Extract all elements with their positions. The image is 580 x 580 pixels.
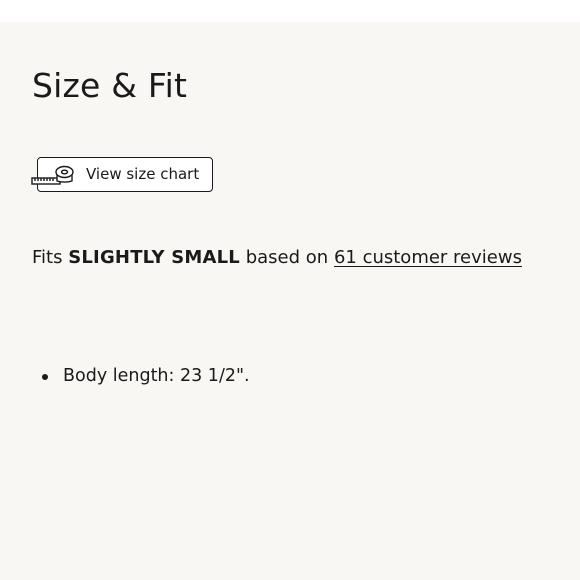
fit-prefix: Fits bbox=[32, 247, 63, 268]
size-fit-panel: Size & Fit View size chart Fits SLIGHTLY… bbox=[0, 22, 580, 580]
fit-rating: SLIGHTLY SMALL bbox=[68, 247, 240, 268]
fit-summary: Fits SLIGHTLY SMALL based on 61 customer… bbox=[32, 246, 522, 270]
fit-middle-text: based on bbox=[245, 247, 329, 268]
customer-reviews-link[interactable]: 61 customer reviews bbox=[334, 247, 522, 268]
view-size-chart-button[interactable]: View size chart bbox=[31, 157, 213, 192]
measuring-tape-icon bbox=[31, 165, 74, 185]
view-size-chart-label: View size chart bbox=[86, 165, 200, 183]
list-item: Body length: 23 1/2". bbox=[32, 364, 250, 388]
top-white-strip bbox=[0, 0, 580, 22]
size-details-list: Body length: 23 1/2". bbox=[32, 364, 250, 388]
section-title: Size & Fit bbox=[32, 66, 188, 105]
